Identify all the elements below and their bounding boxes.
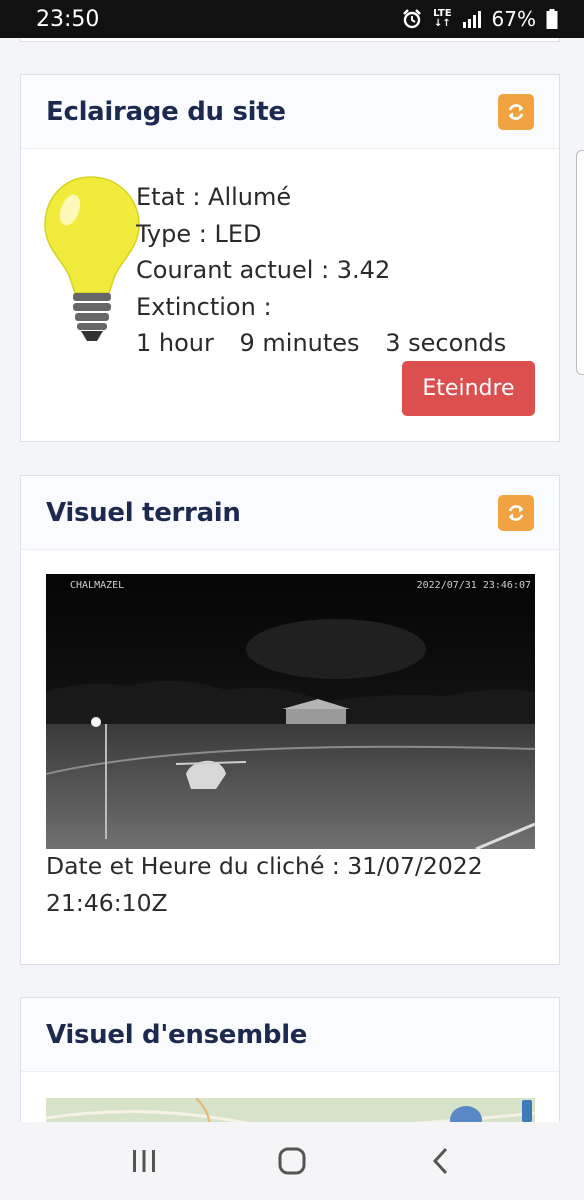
system-nav-bar bbox=[0, 1122, 584, 1200]
status-time: 23:50 bbox=[36, 6, 100, 32]
battery-percent: 67% bbox=[491, 7, 536, 31]
home-button[interactable] bbox=[262, 1136, 322, 1186]
refresh-icon bbox=[508, 103, 524, 120]
lighting-refresh-button[interactable] bbox=[498, 93, 534, 130]
field-view-card-header: Visuel terrain bbox=[21, 476, 559, 550]
type-text: Type : LED bbox=[136, 219, 262, 248]
snapshot-caption: Date et Heure du cliché : 31/07/2022 21:… bbox=[46, 848, 483, 922]
overview-card-header: Visuel d'ensemble bbox=[21, 998, 559, 1072]
status-bar: 23:50 LTE ↓↑ 67% bbox=[0, 0, 584, 38]
previous-card-edge bbox=[20, 38, 560, 42]
snapshot-date: Date et Heure du cliché : 31/07/2022 bbox=[46, 852, 483, 880]
refresh-icon bbox=[508, 504, 524, 521]
recent-apps-icon bbox=[133, 1150, 155, 1172]
field-view-card-title: Visuel terrain bbox=[46, 497, 241, 528]
state-text: Etat : Allumé bbox=[136, 183, 292, 211]
lte-icon: LTE ↓↑ bbox=[433, 8, 452, 29]
status-icons: LTE ↓↑ 67% bbox=[401, 7, 558, 31]
overview-card: Visuel d'ensemble bbox=[20, 997, 560, 1138]
alarm-icon bbox=[403, 9, 422, 29]
home-icon bbox=[278, 1147, 306, 1175]
camera-name: CHALMAZEL bbox=[70, 580, 125, 591]
back-icon bbox=[432, 1147, 448, 1175]
light-bulb-icon bbox=[44, 176, 140, 341]
lighting-card-header: Eclairage du site bbox=[21, 75, 559, 149]
camera-snapshot[interactable]: CHALMAZEL 2022/07/31 23:46:07 bbox=[46, 574, 535, 849]
extinction-countdown: 1 hour 9 minutes 3 seconds bbox=[136, 325, 524, 362]
field-view-refresh-button[interactable] bbox=[498, 494, 534, 531]
edge-panel-handle[interactable] bbox=[576, 150, 584, 375]
countdown-hours: 1 hour bbox=[136, 329, 214, 357]
field-view-card: Visuel terrain CHALMAZEL 2022/07/31 23:4… bbox=[20, 475, 560, 965]
recent-apps-button[interactable] bbox=[114, 1136, 174, 1186]
camera-timestamp: 2022/07/31 23:46:07 bbox=[416, 580, 531, 591]
turn-off-button[interactable]: Eteindre bbox=[402, 361, 535, 416]
lighting-info: Etat : Allumé Type : LED Courant actuel … bbox=[136, 179, 524, 362]
countdown-seconds: 3 seconds bbox=[385, 329, 507, 357]
current-text: Courant actuel : 3.42 bbox=[136, 256, 391, 284]
countdown-minutes: 9 minutes bbox=[239, 329, 360, 357]
lighting-card-title: Eclairage du site bbox=[46, 96, 286, 127]
snapshot-time: 21:46:10Z bbox=[46, 889, 168, 917]
overview-card-title: Visuel d'ensemble bbox=[46, 1019, 308, 1050]
battery-icon bbox=[546, 9, 558, 29]
back-button[interactable] bbox=[410, 1136, 470, 1186]
extinction-label: Extinction : bbox=[136, 292, 272, 321]
signal-icon bbox=[462, 11, 481, 28]
night-field-image bbox=[46, 574, 535, 849]
lighting-card: Eclairage du site Etat : Allumé Type : L… bbox=[20, 74, 560, 442]
